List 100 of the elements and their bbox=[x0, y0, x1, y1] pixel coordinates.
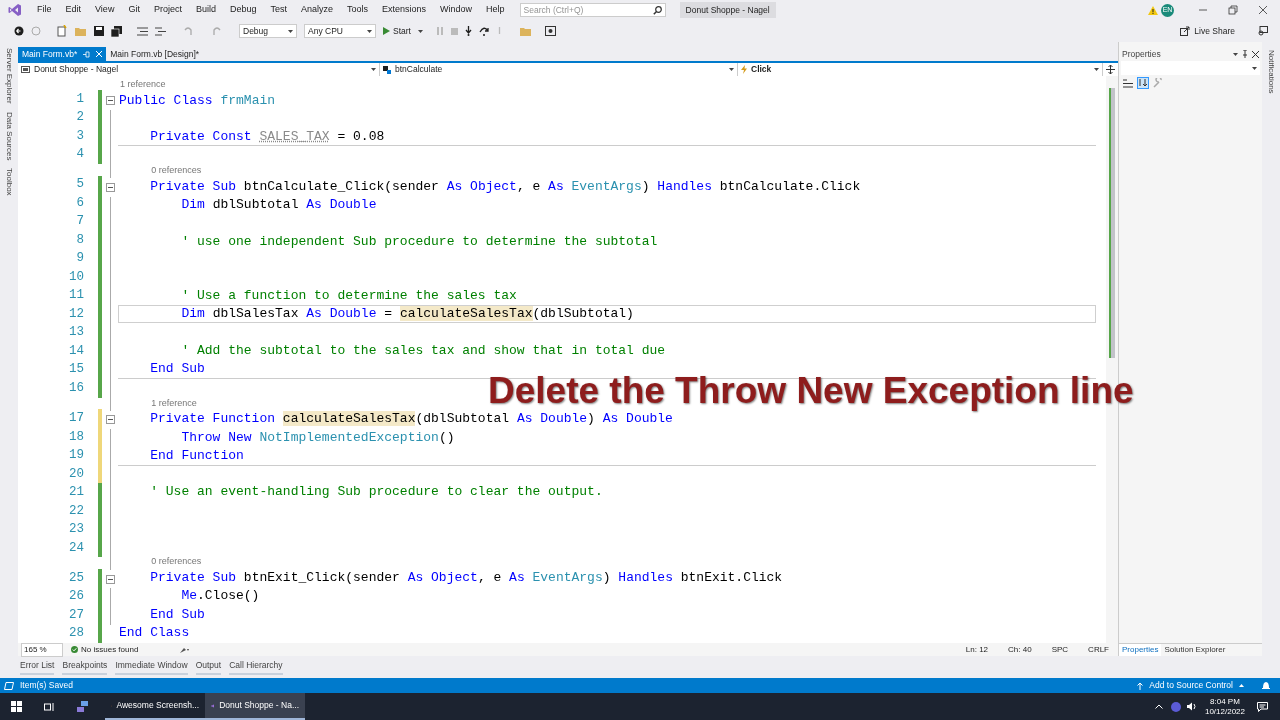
search-field[interactable]: Search (Ctrl+Q) bbox=[519, 3, 666, 17]
back-icon[interactable] bbox=[14, 26, 24, 36]
bell-icon[interactable] bbox=[1262, 681, 1270, 690]
code-line: ' use one independent Sub procedure to determine the subtotal bbox=[180, 232, 659, 251]
menu-item[interactable]: File bbox=[30, 3, 59, 17]
menu-item[interactable]: Tools bbox=[340, 3, 376, 17]
line-number: 18 bbox=[69, 428, 84, 446]
menu-item[interactable]: Debug bbox=[222, 3, 264, 17]
side-tab[interactable]: Data Sources bbox=[3, 111, 15, 161]
menu-item[interactable]: Window bbox=[433, 3, 480, 17]
line-number: 28 bbox=[69, 625, 84, 643]
menu-item[interactable]: Test bbox=[263, 3, 294, 17]
search-icon[interactable] bbox=[652, 5, 662, 15]
caret-icon[interactable] bbox=[417, 29, 423, 33]
line-number: 16 bbox=[69, 379, 84, 397]
code-line: Dim dblSubtotal As Double bbox=[180, 196, 378, 215]
code-line: Private Const SALES_TAX = 0.08 bbox=[149, 127, 386, 146]
status-text: Ch: 40 bbox=[1007, 643, 1033, 656]
save-all-icon[interactable] bbox=[111, 25, 122, 37]
platform-dropdown[interactable]: Any CPU bbox=[304, 24, 376, 38]
tool-window-tab[interactable]: Call Hierarchy bbox=[229, 659, 283, 675]
windows-start-icon[interactable] bbox=[11, 701, 22, 712]
document-tab[interactable]: Main Form.vb [Design]* bbox=[106, 47, 204, 61]
side-tab[interactable]: Notifications bbox=[1265, 50, 1277, 94]
brush-icon[interactable] bbox=[179, 645, 189, 654]
action-center-icon[interactable] bbox=[1257, 701, 1268, 712]
comment-lines-icon[interactable] bbox=[137, 26, 148, 36]
alphabetical-icon[interactable] bbox=[1137, 77, 1149, 89]
line-number: 14 bbox=[69, 342, 84, 360]
categorized-icon[interactable] bbox=[1123, 78, 1133, 88]
tool-window-tab[interactable]: Immediate Window bbox=[115, 659, 188, 675]
collapse-icon[interactable] bbox=[105, 415, 115, 425]
line-number: 27 bbox=[69, 606, 84, 624]
network-computer-icon[interactable] bbox=[77, 700, 89, 713]
menu-item[interactable]: Help bbox=[479, 3, 512, 17]
split-icon[interactable] bbox=[1106, 65, 1115, 74]
code-lens-references[interactable]: 1 reference bbox=[151, 396, 197, 410]
line-number: 1 bbox=[76, 90, 84, 108]
close-icon bbox=[96, 51, 103, 57]
taskbar-app[interactable]: Donut Shoppe - Na... bbox=[205, 693, 305, 720]
restore-icon[interactable] bbox=[1228, 5, 1238, 15]
menu-item[interactable]: Edit bbox=[58, 3, 89, 17]
caption-overlay: Delete the Throw New Exception line bbox=[488, 372, 1134, 409]
code-line: End Sub bbox=[149, 360, 206, 379]
issues-indicator[interactable]: No issues found bbox=[71, 643, 171, 656]
live-share-button[interactable]: Live Share bbox=[1180, 24, 1235, 38]
pin-icon[interactable] bbox=[1242, 50, 1248, 58]
clock-time[interactable]: 8:04 PM bbox=[1210, 696, 1240, 707]
side-tab[interactable]: Server Explorer bbox=[3, 48, 15, 104]
line-number: 20 bbox=[69, 465, 84, 483]
line-number: 19 bbox=[69, 447, 84, 465]
speaker-icon[interactable] bbox=[1186, 702, 1197, 711]
tool-window-tab[interactable]: Error List bbox=[20, 659, 55, 675]
clock-date[interactable]: 10/12/2022 bbox=[1204, 706, 1245, 717]
task-view-icon[interactable] bbox=[44, 701, 55, 712]
side-tab[interactable]: Toolbox bbox=[3, 168, 15, 196]
menu-item[interactable]: Project bbox=[146, 3, 189, 17]
chevron-up-icon[interactable] bbox=[1154, 704, 1163, 709]
feedback-icon[interactable] bbox=[1258, 26, 1268, 36]
lightning-icon bbox=[741, 65, 747, 74]
add-to-source-control-button[interactable]: Add to Source Control bbox=[1137, 679, 1244, 692]
menu-item[interactable]: View bbox=[88, 3, 122, 17]
code-lens-references[interactable]: 0 references bbox=[151, 555, 202, 569]
caret-icon[interactable] bbox=[1233, 52, 1238, 56]
menu-item[interactable]: Analyze bbox=[294, 3, 340, 17]
app-tray-icon[interactable] bbox=[1170, 701, 1181, 712]
panel-tab[interactable]: Properties bbox=[1119, 644, 1162, 656]
document-tab[interactable]: Main Form.vb* bbox=[18, 47, 107, 61]
visual-studio-logo-icon bbox=[8, 3, 22, 17]
configuration-dropdown[interactable]: Debug bbox=[239, 24, 297, 38]
step-over-icon[interactable] bbox=[478, 26, 489, 36]
tool-window-tab[interactable]: Output bbox=[195, 659, 222, 675]
close-icon[interactable] bbox=[1252, 50, 1259, 58]
caret-icon bbox=[367, 29, 372, 33]
code-lens-references[interactable]: 1 reference bbox=[120, 78, 166, 92]
code-line: Private Sub btnCalculate_Click(sender As Object, e As EventArgs) Handles btnCalculate.Click bbox=[149, 177, 862, 196]
save-icon[interactable] bbox=[94, 26, 104, 36]
menu-item[interactable]: Extensions bbox=[375, 3, 434, 17]
line-number: 17 bbox=[69, 410, 84, 428]
line-number: 25 bbox=[69, 569, 84, 587]
code-lens-references[interactable]: 0 references bbox=[151, 164, 202, 178]
step-into-icon[interactable] bbox=[464, 26, 472, 36]
code-line: ' Use a function to determine the sales tax bbox=[180, 286, 518, 305]
collapse-icon[interactable] bbox=[105, 182, 115, 192]
menu-item[interactable]: Git bbox=[121, 3, 147, 17]
caret-icon bbox=[1252, 66, 1257, 70]
collapse-icon[interactable] bbox=[105, 96, 115, 106]
new-item-icon[interactable] bbox=[56, 25, 68, 37]
start-button[interactable]: Start bbox=[383, 24, 411, 38]
close-icon[interactable] bbox=[1258, 5, 1268, 15]
uncomment-lines-icon[interactable] bbox=[155, 26, 166, 36]
screenshot-icon[interactable] bbox=[544, 26, 556, 36]
collapse-icon[interactable] bbox=[105, 574, 115, 584]
pin-icon bbox=[83, 50, 91, 58]
menu-item[interactable]: Build bbox=[188, 3, 223, 17]
panel-tab[interactable]: Solution Explorer bbox=[1161, 644, 1229, 656]
code-line: End Class bbox=[118, 624, 191, 643]
tool-window-tab[interactable]: Breakpoints bbox=[62, 659, 108, 675]
line-number: 15 bbox=[69, 361, 84, 379]
status-text: CRLF bbox=[1087, 643, 1110, 656]
